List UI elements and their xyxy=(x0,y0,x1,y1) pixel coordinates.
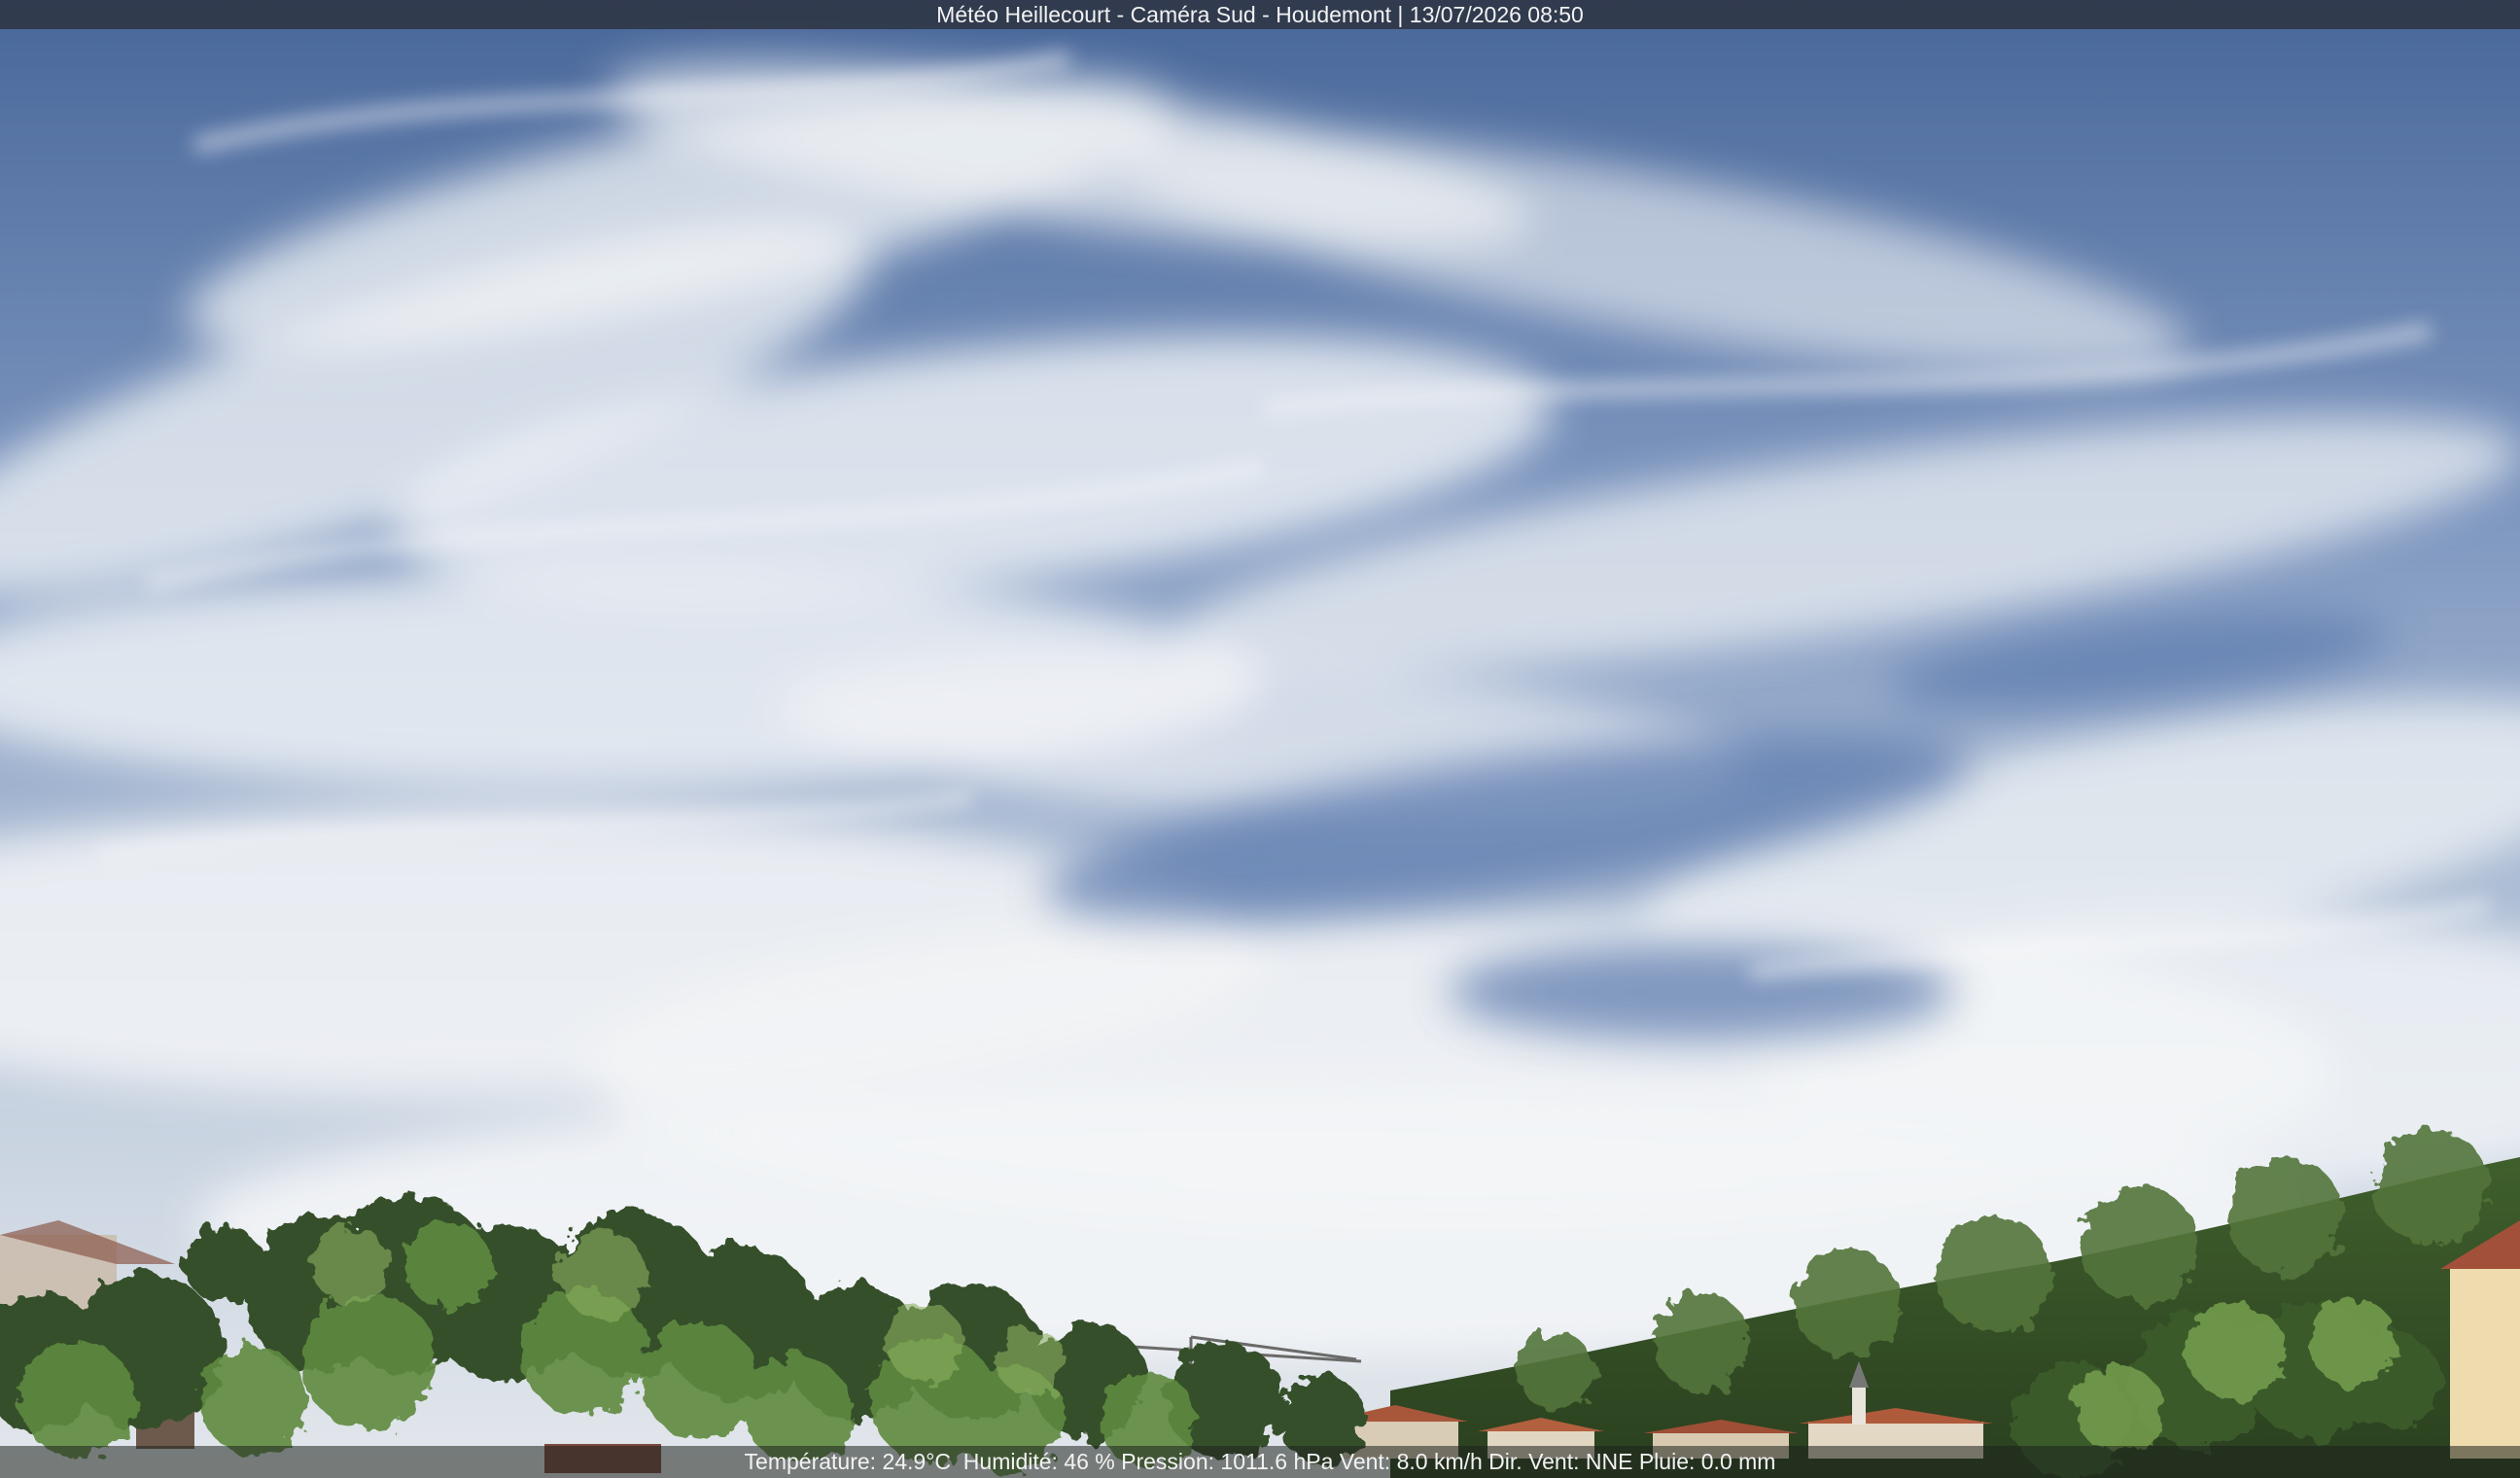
webcam-frame: Météo Heillecourt - Caméra Sud - Houdemo… xyxy=(0,0,2520,1478)
webcam-image xyxy=(0,0,2520,1478)
camera-title-overlay: Météo Heillecourt - Caméra Sud - Houdemo… xyxy=(0,0,2520,29)
weather-info-overlay: Température: 24.9°C Humidité: 46 % Press… xyxy=(0,1446,2520,1478)
